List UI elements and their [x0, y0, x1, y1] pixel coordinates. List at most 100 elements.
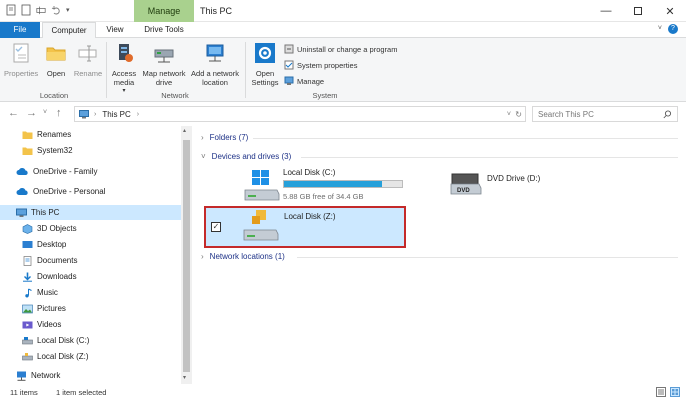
- recent-locations-icon[interactable]: ˅: [43, 109, 47, 116]
- refresh-icon[interactable]: ↻: [515, 110, 522, 119]
- documents-icon: [23, 255, 32, 266]
- qat-dropdown-icon[interactable]: ▾: [66, 6, 70, 14]
- network-drive-icon: [154, 49, 174, 63]
- open-settings-button[interactable]: Open Settings: [248, 42, 282, 87]
- nav-item-label: OneDrive - Family: [33, 167, 98, 176]
- tab-computer[interactable]: Computer: [42, 22, 96, 39]
- nav-item-downloads[interactable]: Downloads: [0, 269, 181, 284]
- tab-view[interactable]: View: [98, 22, 132, 38]
- up-icon[interactable]: ↑: [56, 107, 62, 119]
- group-header-label: Folders (7): [209, 133, 249, 142]
- nav-item-local-disk-c[interactable]: Local Disk (C:): [0, 333, 181, 348]
- new-folder-icon[interactable]: [21, 4, 31, 16]
- uninstall-program-button[interactable]: Uninstall or change a program: [284, 44, 397, 54]
- details-view-icon[interactable]: [656, 387, 666, 397]
- network-icon: [17, 371, 26, 381]
- group-header-label: Devices and drives (3): [211, 152, 292, 161]
- nav-item-3d-objects[interactable]: 3D Objects: [0, 221, 181, 236]
- rename-icon[interactable]: [36, 4, 46, 16]
- ribbon-expand-icon[interactable]: ˅: [658, 25, 662, 32]
- videos-icon: [22, 321, 33, 328]
- search-input[interactable]: Search This PC: [532, 106, 678, 122]
- breadcrumb-this-pc[interactable]: This PC: [102, 110, 130, 119]
- tab-file[interactable]: File: [0, 22, 40, 38]
- nav-scrollbar[interactable]: ▴ ▾: [181, 126, 192, 384]
- dvd-drive-icon: DVD: [450, 173, 482, 195]
- close-button[interactable]: ✕: [654, 0, 686, 22]
- nav-item-videos[interactable]: Videos: [0, 317, 181, 332]
- nav-item-desktop[interactable]: Desktop: [0, 237, 181, 252]
- drive-name: Local Disk (C:): [283, 168, 336, 177]
- nav-item-onedrive-personal[interactable]: OneDrive - Personal: [0, 184, 181, 199]
- folder-icon: [22, 131, 33, 139]
- breadcrumb-separator-icon: ›: [94, 110, 97, 118]
- nav-item-network[interactable]: Network: [0, 368, 181, 383]
- disk-usage-fill: [284, 181, 382, 187]
- drive-icon: [22, 336, 33, 344]
- large-icons-view-icon[interactable]: [670, 387, 680, 397]
- close-icon: ✕: [665, 5, 675, 18]
- manage-button[interactable]: Manage: [284, 76, 324, 86]
- uninstall-icon: [284, 44, 294, 54]
- properties-button[interactable]: Properties: [4, 42, 38, 78]
- scroll-down-icon[interactable]: ▾: [183, 374, 186, 381]
- maximize-icon: [634, 7, 642, 15]
- music-icon: [25, 288, 32, 297]
- help-icon[interactable]: ?: [668, 24, 678, 34]
- chevron-right-icon: ›: [201, 252, 204, 261]
- selection-checkbox[interactable]: ✓: [211, 222, 221, 232]
- system-properties-button[interactable]: System properties: [284, 60, 357, 70]
- rename-label: Rename: [73, 69, 103, 78]
- group-header-devices[interactable]: ˅ Devices and drives (3): [201, 152, 291, 161]
- open-settings-label: Open Settings: [251, 69, 279, 87]
- media-server-icon: [119, 44, 133, 62]
- address-dropdown-icon[interactable]: ˅: [507, 111, 511, 118]
- tab-manage[interactable]: Manage: [134, 0, 194, 22]
- group-header-network[interactable]: › Network locations (1): [201, 252, 285, 261]
- drive-tile-dvd[interactable]: DVD DVD Drive (D:): [449, 170, 579, 200]
- settings-gear-icon: [255, 43, 275, 63]
- maximize-button[interactable]: [622, 0, 654, 22]
- group-label-location: Location: [39, 91, 69, 100]
- minimize-button[interactable]: —: [590, 0, 622, 22]
- rename-icon: [78, 45, 97, 62]
- nav-item-system32[interactable]: System32: [0, 143, 181, 158]
- computer-management-icon: [284, 76, 294, 85]
- drive-tile-z[interactable]: ✓ Local Disk (Z:): [204, 206, 406, 248]
- drive-tile-c[interactable]: Local Disk (C:) 5.88 GB free of 34.4 GB: [241, 166, 411, 204]
- nav-item-label: 3D Objects: [37, 224, 77, 233]
- dvd-logo-text: DVD: [457, 188, 470, 194]
- back-icon[interactable]: ←: [8, 107, 19, 119]
- undo-icon[interactable]: [51, 4, 61, 16]
- nav-item-pictures[interactable]: Pictures: [0, 301, 181, 316]
- nav-item-documents[interactable]: Documents: [0, 253, 181, 268]
- scroll-up-icon[interactable]: ▴: [183, 127, 186, 134]
- nav-item-renames[interactable]: Renames: [0, 127, 181, 142]
- chevron-right-icon: ›: [201, 133, 204, 142]
- group-divider: [297, 257, 678, 258]
- access-media-button[interactable]: Access media ▾: [108, 42, 140, 96]
- nav-item-local-disk-z[interactable]: Local Disk (Z:): [0, 349, 181, 364]
- map-network-drive-button[interactable]: Map network drive: [140, 42, 188, 87]
- properties-icon[interactable]: [6, 4, 16, 16]
- scroll-thumb[interactable]: [183, 140, 190, 372]
- open-button[interactable]: Open: [42, 42, 70, 78]
- system-properties-label: System properties: [297, 60, 358, 70]
- add-network-location-button[interactable]: Add a network location: [188, 42, 242, 87]
- nav-item-onedrive-family[interactable]: OneDrive - Family: [0, 164, 181, 179]
- address-bar[interactable]: › This PC › ˅ ↻: [74, 106, 526, 122]
- nav-item-music[interactable]: Music: [0, 285, 181, 300]
- nav-item-label: Desktop: [37, 240, 67, 249]
- nav-item-label: Music: [37, 288, 58, 297]
- rename-button[interactable]: Rename: [72, 42, 104, 78]
- title-bar: ▾ Manage This PC — ✕: [0, 0, 686, 22]
- forward-icon[interactable]: →: [26, 107, 37, 119]
- access-media-label: Access media: [111, 69, 137, 87]
- computer-icon: [79, 109, 89, 118]
- group-header-folders[interactable]: › Folders (7): [201, 133, 248, 142]
- nav-item-this-pc[interactable]: This PC: [0, 205, 181, 220]
- tab-drive-tools[interactable]: Drive Tools: [136, 22, 192, 38]
- network-location-icon: [206, 44, 224, 62]
- cloud-icon: [16, 187, 28, 195]
- content-pane: › Folders (7) ˅ Devices and drives (3) L…: [193, 126, 686, 384]
